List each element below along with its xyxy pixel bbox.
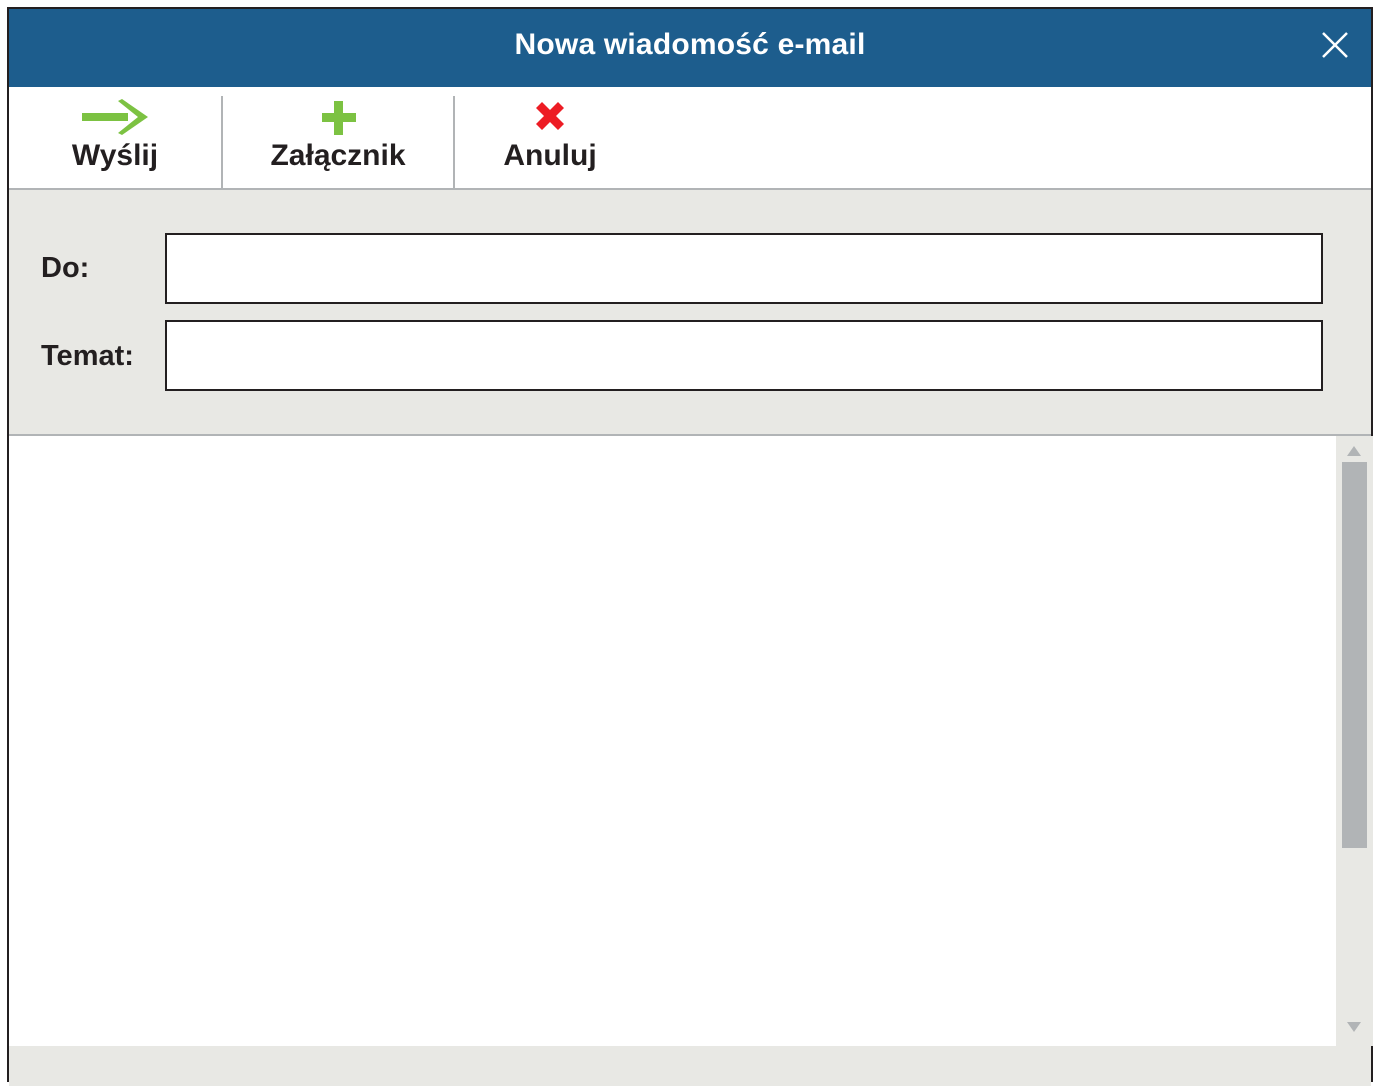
scroll-thumb[interactable]: [1342, 462, 1367, 848]
subject-label: Temat:: [41, 340, 134, 372]
send-label: Wyślij: [71, 139, 159, 172]
email-compose-window: Nowa wiadomość e-mail Wyślij Załącznik A…: [7, 7, 1373, 1086]
cancel-label: Anuluj: [503, 139, 597, 172]
title-bar: Nowa wiadomość e-mail: [9, 9, 1371, 87]
vertical-scrollbar[interactable]: [1336, 436, 1373, 1046]
to-field[interactable]: [165, 233, 1323, 304]
cross-icon: [536, 102, 564, 130]
scroll-up-icon[interactable]: [1347, 446, 1361, 456]
close-icon: [1322, 32, 1348, 58]
to-label: Do:: [41, 252, 90, 284]
scroll-down-icon[interactable]: [1347, 1022, 1361, 1032]
arrow-right-icon: [82, 99, 148, 135]
attach-label: Załącznik: [270, 139, 406, 172]
message-body[interactable]: [9, 436, 1336, 1046]
status-bar: [9, 1046, 1371, 1086]
close-button[interactable]: [1319, 29, 1351, 61]
header-fields: Do: Temat:: [9, 190, 1371, 436]
cancel-button[interactable]: Anuluj: [455, 87, 645, 188]
toolbar: Wyślij Załącznik Anuluj: [9, 87, 1371, 190]
plus-icon: [322, 101, 356, 135]
window-title: Nowa wiadomość e-mail: [514, 28, 866, 61]
subject-field[interactable]: [165, 320, 1323, 391]
send-button[interactable]: Wyślij: [9, 87, 221, 188]
attach-button[interactable]: Załącznik: [223, 87, 453, 188]
